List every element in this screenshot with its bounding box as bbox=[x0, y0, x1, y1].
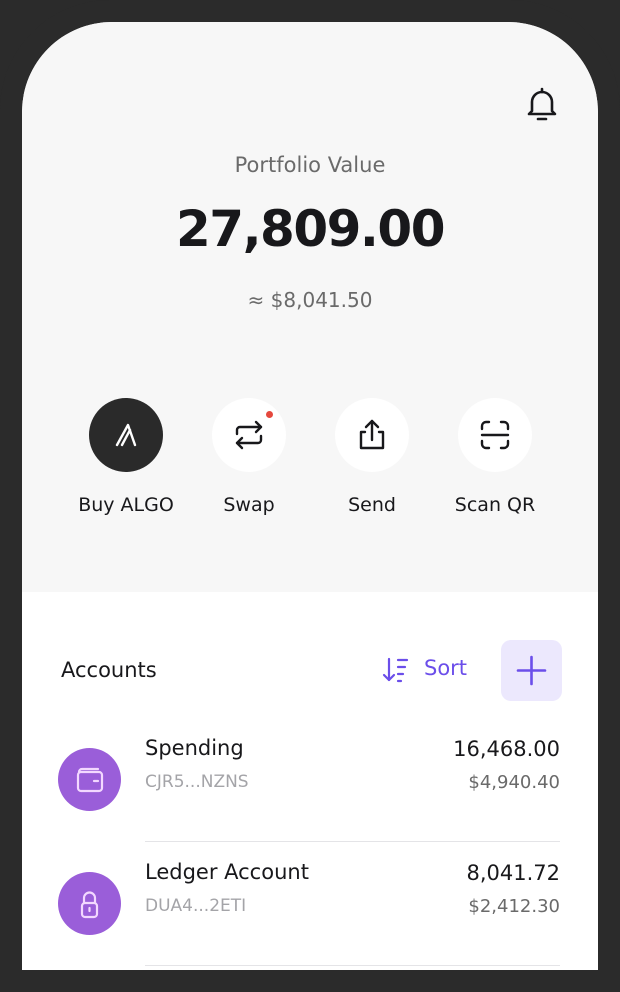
phone-frame: Portfolio Value 27,809.00 ≈ $8,041.50 Bu… bbox=[0, 0, 620, 992]
account-balance: 16,468.00 bbox=[453, 737, 560, 761]
scan-qr-button[interactable]: Scan QR bbox=[425, 398, 565, 516]
account-name: Ledger Account bbox=[145, 860, 309, 884]
portfolio-label: Portfolio Value bbox=[234, 153, 386, 177]
buy-algo-label: Buy ALGO bbox=[78, 494, 174, 516]
account-usd-balance: $4,940.40 bbox=[468, 772, 560, 793]
accounts-header: Accounts Sort bbox=[22, 640, 598, 702]
buy-algo-button[interactable]: Buy ALGO bbox=[56, 398, 196, 516]
swap-circle[interactable] bbox=[212, 398, 286, 472]
account-avatar bbox=[58, 748, 121, 811]
ledger-lock-icon bbox=[80, 891, 99, 919]
account-usd-balance: $2,412.30 bbox=[468, 896, 560, 917]
swap-button[interactable]: Swap bbox=[179, 398, 319, 516]
quick-actions: Buy ALGO Swap Send Scan QR bbox=[22, 398, 598, 528]
sort-label: Sort bbox=[424, 656, 468, 680]
account-avatar bbox=[58, 872, 121, 935]
portfolio-usd-value: ≈ $8,041.50 bbox=[247, 288, 373, 312]
send-icon bbox=[359, 419, 385, 450]
app-screen: Portfolio Value 27,809.00 ≈ $8,041.50 Bu… bbox=[22, 22, 598, 970]
scan-qr-circle[interactable] bbox=[458, 398, 532, 472]
account-name: Spending bbox=[145, 736, 244, 760]
account-row[interactable]: Spending CJR5...NZNS 16,468.00 $4,940.40 bbox=[22, 736, 598, 848]
accounts-title: Accounts bbox=[61, 658, 157, 682]
send-button[interactable]: Send bbox=[302, 398, 442, 516]
divider bbox=[145, 841, 560, 842]
bell-icon[interactable] bbox=[522, 84, 562, 124]
account-address: DUA4...2ETI bbox=[145, 896, 247, 916]
add-account-button[interactable] bbox=[501, 640, 562, 701]
account-row[interactable]: Ledger Account DUA4...2ETI 8,041.72 $2,4… bbox=[22, 860, 598, 970]
scan-qr-label: Scan QR bbox=[454, 494, 536, 516]
sort-icon bbox=[382, 657, 409, 683]
send-circle[interactable] bbox=[335, 398, 409, 472]
divider bbox=[145, 965, 560, 966]
algo-icon bbox=[115, 423, 137, 447]
send-label: Send bbox=[348, 494, 396, 516]
swap-icon bbox=[235, 420, 263, 450]
wallet-icon bbox=[76, 767, 104, 793]
portfolio-value: 27,809.00 bbox=[175, 200, 446, 258]
swap-label: Swap bbox=[223, 494, 275, 516]
scan-qr-icon bbox=[480, 420, 510, 450]
buy-algo-circle[interactable] bbox=[89, 398, 163, 472]
account-balance: 8,041.72 bbox=[466, 861, 560, 885]
account-address: CJR5...NZNS bbox=[145, 772, 249, 792]
plus-icon bbox=[516, 655, 547, 686]
swap-notification-dot bbox=[266, 411, 273, 418]
portfolio-header: Portfolio Value 27,809.00 ≈ $8,041.50 Bu… bbox=[22, 22, 598, 592]
